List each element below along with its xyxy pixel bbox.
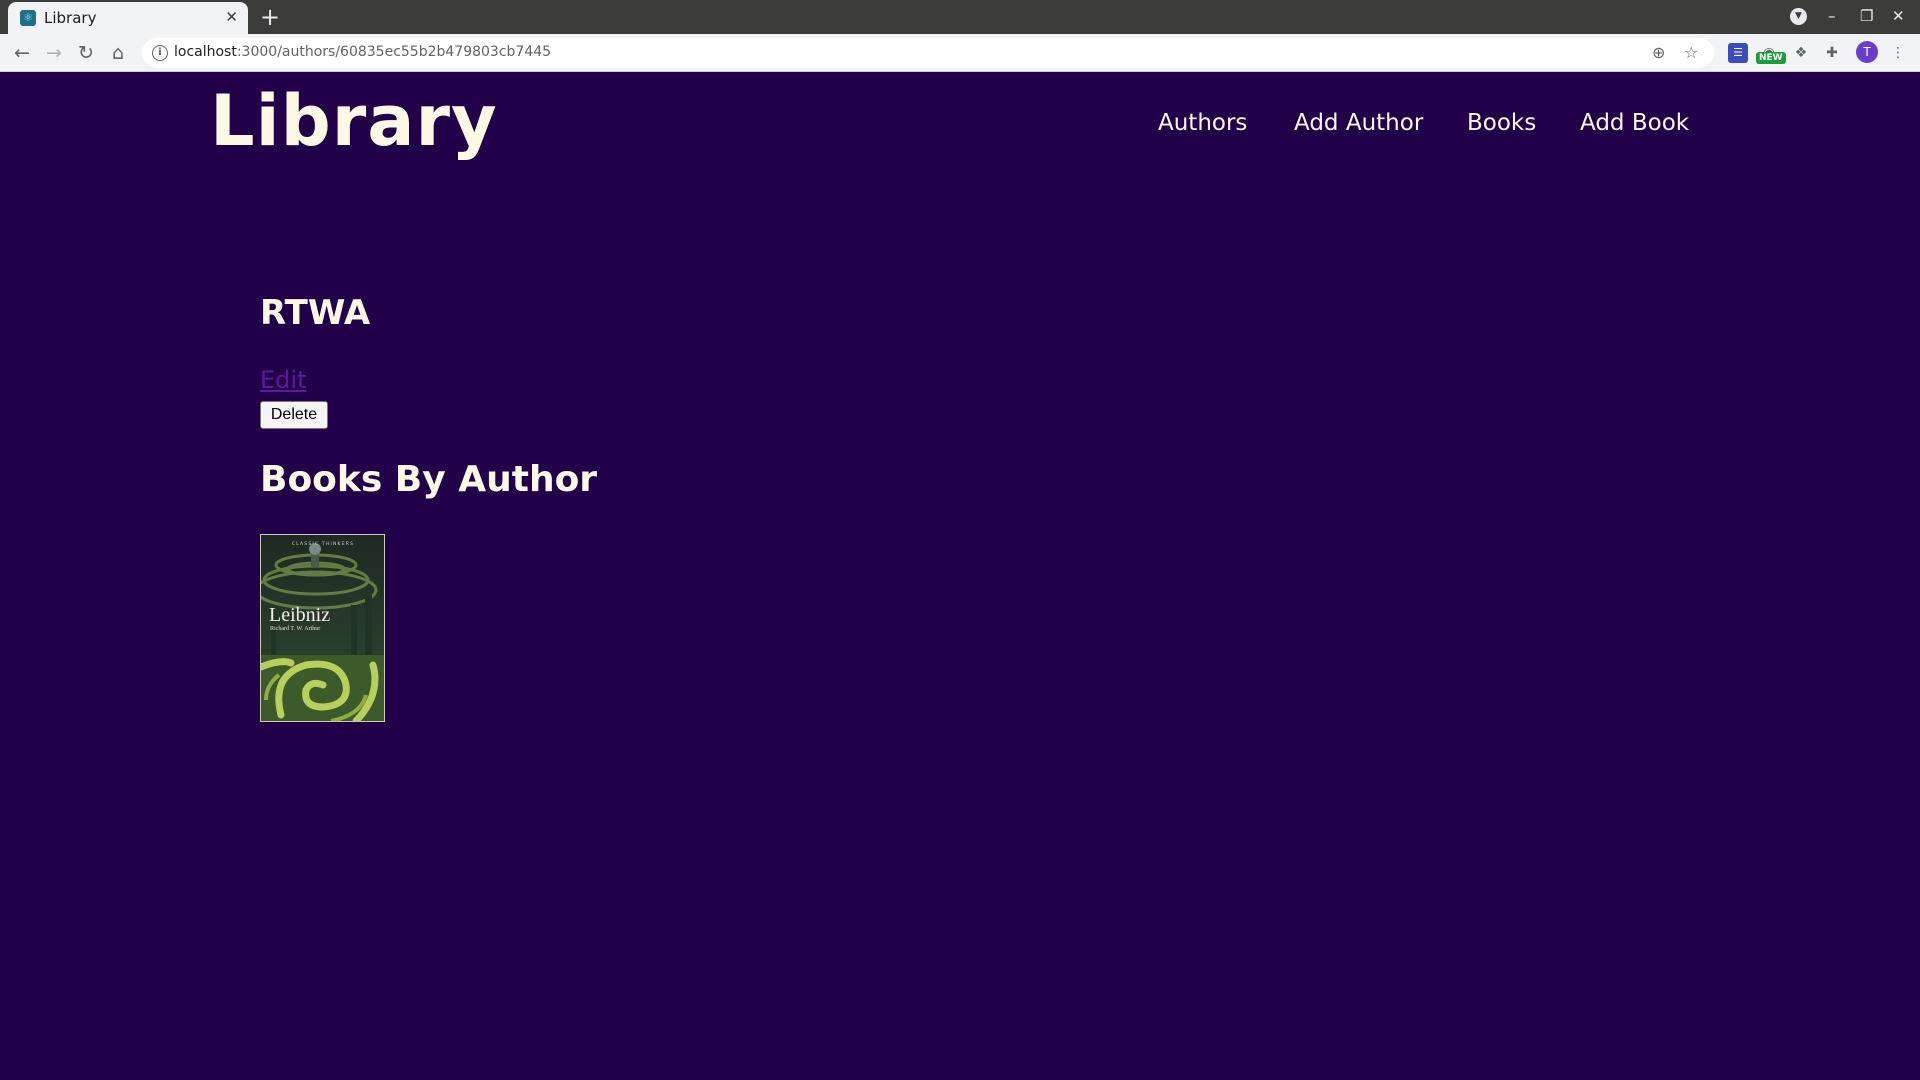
home-icon[interactable]: ⌂	[106, 41, 130, 65]
profile-avatar[interactable]: T	[1856, 41, 1878, 63]
nav-link-add-author[interactable]: Add Author	[1294, 112, 1423, 135]
new-tab-button[interactable]: +	[260, 4, 280, 30]
delete-button[interactable]: Delete	[260, 401, 328, 429]
nav-link-books[interactable]: Books	[1467, 112, 1536, 135]
reload-icon[interactable]: ↻	[74, 41, 98, 65]
nav-link-authors[interactable]: Authors	[1158, 112, 1247, 135]
address-bar[interactable]: i localhost:3000/authors/60835ec55b2b479…	[142, 38, 1714, 68]
cover-title-text: Leibniz	[269, 604, 330, 626]
site-info-icon[interactable]: i	[152, 45, 168, 61]
reader-extension-icon[interactable]: ☰	[1728, 43, 1748, 63]
url-path: :3000/authors/60835ec55b2b479803cb7445	[236, 44, 552, 60]
book-cover-leibniz[interactable]: CLASSIC THINKERS Leibniz Richard T. W. A…	[260, 534, 385, 722]
url-text[interactable]: localhost:3000/authors/60835ec55b2b47980…	[174, 44, 551, 60]
book-cover-image: CLASSIC THINKERS Leibniz Richard T. W. A…	[261, 535, 384, 721]
window-close-icon[interactable]: ✕	[1892, 6, 1905, 26]
react-favicon-icon: ⚛	[20, 10, 36, 26]
browser-toolbar: ← → ↻ ⌂ i localhost:3000/authors/60835ec…	[0, 34, 1920, 72]
browser-tab-bar: ⚛ Library ✕ + ▼ – ❐ ✕	[0, 0, 1920, 34]
edit-link[interactable]: Edit	[260, 368, 306, 392]
restore-icon[interactable]: ❐	[1860, 6, 1873, 26]
author-name: RTWA	[260, 293, 371, 333]
forward-icon[interactable]: →	[42, 41, 66, 65]
site-header: Library Authors Add Author Books Add Boo…	[0, 72, 1920, 182]
nav-link-add-book[interactable]: Add Book	[1580, 112, 1689, 135]
browser-menu-icon[interactable]: ⋮	[1888, 43, 1908, 63]
tab-title: Library	[44, 9, 97, 27]
url-host: localhost	[174, 44, 237, 60]
cover-series-text: CLASSIC THINKERS	[292, 541, 354, 547]
site-brand[interactable]: Library	[210, 86, 498, 156]
extension-new-badge: NEW	[1756, 52, 1786, 64]
tab-close-icon[interactable]: ✕	[225, 8, 238, 26]
books-by-author-heading: Books By Author	[260, 459, 598, 500]
dropbox-extension-icon[interactable]: ❖	[1791, 43, 1811, 63]
back-icon[interactable]: ←	[10, 41, 34, 65]
zoom-icon[interactable]: ⊕	[1652, 43, 1665, 63]
bookmark-star-icon[interactable]: ☆	[1684, 43, 1698, 63]
tab-search-icon[interactable]: ▼	[1790, 8, 1807, 25]
cover-author-text: Richard T. W. Arthur	[270, 626, 320, 632]
minimize-icon[interactable]: –	[1828, 6, 1836, 26]
extensions-puzzle-icon[interactable]: ✚	[1822, 43, 1842, 63]
browser-tab[interactable]: ⚛ Library ✕	[8, 2, 248, 34]
